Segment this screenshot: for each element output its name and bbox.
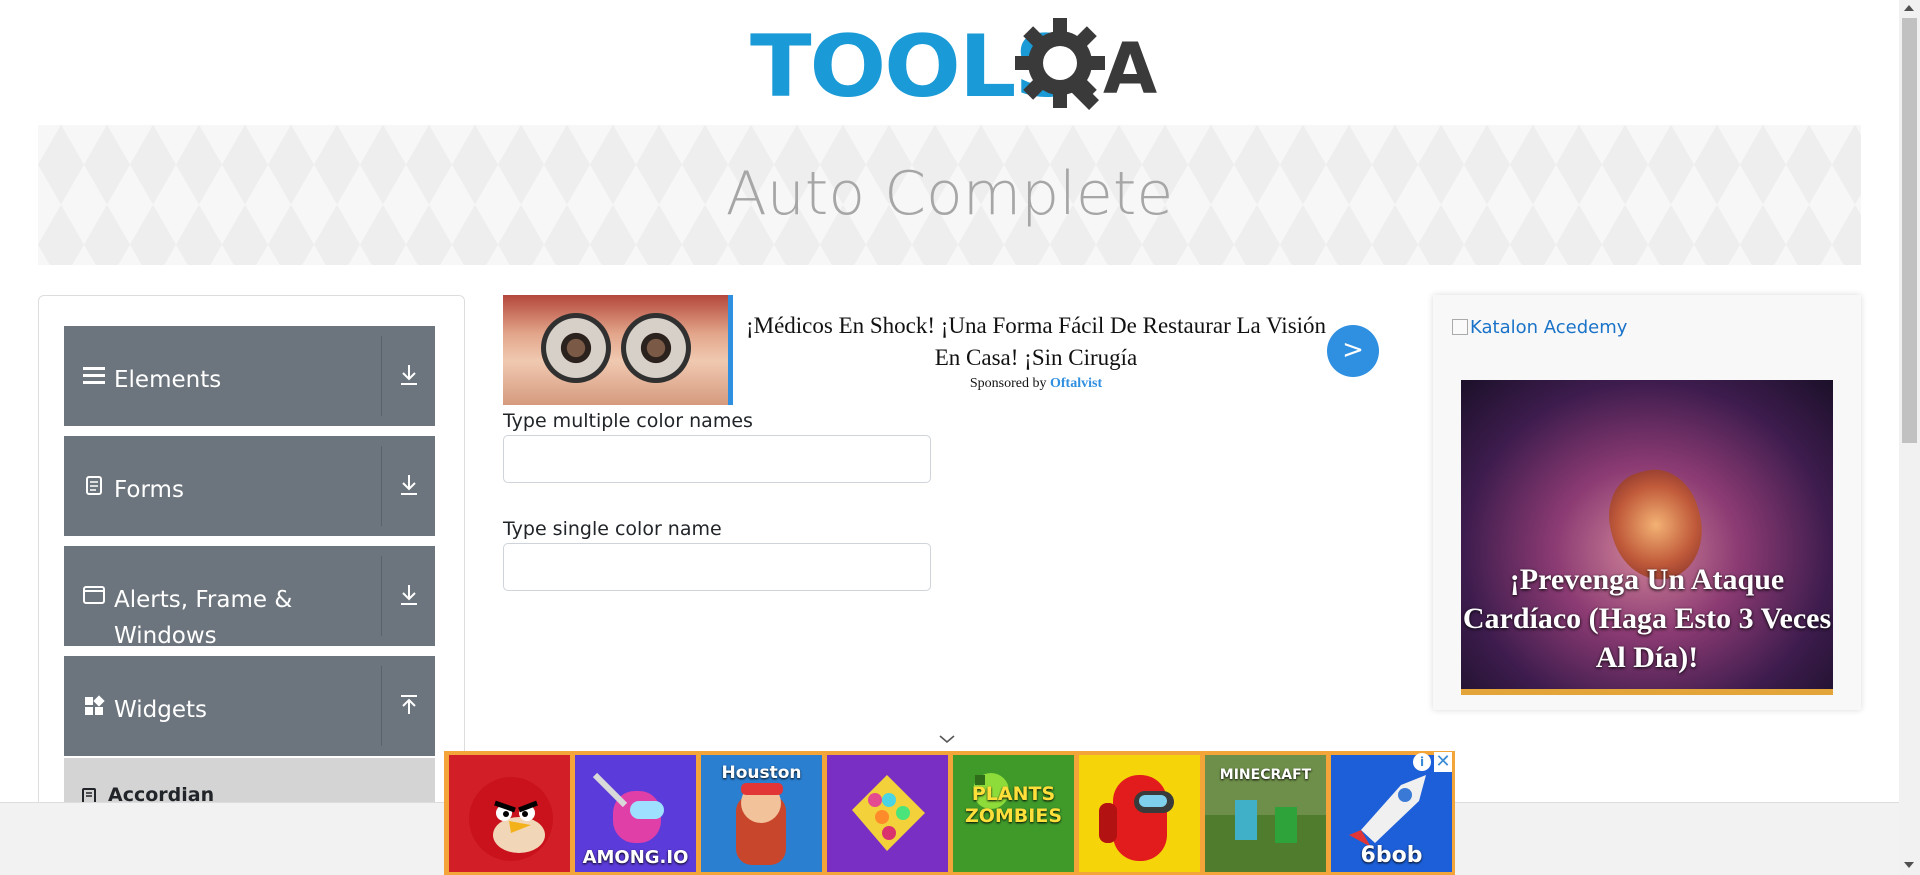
ad-info-icon[interactable]: i <box>1413 753 1431 771</box>
download-icon[interactable] <box>394 470 424 500</box>
ad-headline[interactable]: ¡Médicos En Shock! ¡Una Forma Fácil De R… <box>741 310 1331 374</box>
ad-sponsor-name[interactable]: Oftalvist <box>1050 376 1102 391</box>
sidebar-group-forms[interactable]: Forms <box>64 436 435 536</box>
sponsored-ad[interactable]: ¡Médicos En Shock! ¡Una Forma Fácil De R… <box>503 295 1379 405</box>
sidebar-group-label: Alerts, Frame & Windows <box>114 587 293 649</box>
katalon-alt-text: Katalon Acedemy <box>1470 317 1628 338</box>
toolsqa-logo[interactable]: TOOLS A <box>750 18 1157 113</box>
game-tile[interactable]: PLANTS ZOMBIES <box>953 755 1074 872</box>
game-tile[interactable] <box>449 755 570 872</box>
download-icon[interactable] <box>394 580 424 610</box>
sidebar-group-widgets[interactable]: Widgets <box>64 656 435 756</box>
scroll-down-arrow-icon[interactable] <box>1904 862 1914 868</box>
ad-sponsor-line: Sponsored by Oftalvist <box>741 376 1331 392</box>
game-tile-label: MINECRAFT <box>1219 767 1312 783</box>
eyeglass-lens <box>621 313 691 383</box>
game-tile[interactable]: Houston <box>701 755 822 872</box>
divider <box>381 666 382 746</box>
multiple-color-input[interactable] <box>503 435 931 483</box>
game-tile[interactable]: 6bob <box>1331 755 1452 872</box>
divider <box>381 336 382 416</box>
eyeglass-lens <box>541 313 611 383</box>
single-color-label: Type single color name <box>503 518 722 540</box>
game-ad-banner[interactable]: AMONG.IO Houston PLANTS ZOMBIES MINECRAF… <box>444 751 1455 875</box>
game-tile-label: PLANTS ZOMBIES <box>964 783 1063 827</box>
sidebar-group-alerts-frame-windows[interactable]: Alerts, Frame & Windows <box>64 546 435 649</box>
upload-icon[interactable] <box>394 690 424 720</box>
widgets-icon <box>85 695 105 715</box>
ad-image[interactable] <box>503 295 733 405</box>
hamburger-icon <box>83 367 105 384</box>
page-scrollbar[interactable] <box>1899 0 1920 875</box>
chevron-down-icon[interactable] <box>938 733 956 745</box>
pop-it-icon <box>852 775 925 851</box>
logo-suffix: A <box>1103 28 1157 110</box>
game-tile[interactable] <box>827 755 948 872</box>
angry-bird-icon <box>469 777 553 861</box>
single-color-input[interactable] <box>503 543 931 591</box>
game-tile-label: AMONG.IO <box>582 847 689 868</box>
form-doc-icon <box>86 476 102 495</box>
close-icon[interactable]: ✕ <box>1434 752 1452 772</box>
download-icon[interactable] <box>394 360 424 390</box>
gear-icon: A <box>1015 18 1157 110</box>
divider <box>381 556 382 636</box>
game-tile[interactable]: AMONG.IO <box>575 755 696 872</box>
multiple-color-label: Type multiple color names <box>503 410 753 432</box>
right-ad-panel: Katalon Acedemy ¡Prevenga Un Ataque Card… <box>1433 295 1861 710</box>
page-viewport: TOOLS A Auto Complete Elements Forms Ale… <box>0 0 1899 875</box>
game-tile-label: Houston <box>721 763 802 783</box>
game-tile[interactable] <box>1079 755 1200 872</box>
ad-sponsor-prefix: Sponsored by <box>969 376 1047 391</box>
broken-image-icon <box>1452 319 1468 335</box>
scroll-up-arrow-icon[interactable] <box>1904 5 1914 11</box>
window-icon <box>83 586 105 604</box>
game-tile-label: 6bob <box>1360 843 1423 868</box>
katalon-academy-link[interactable]: Katalon Acedemy <box>1452 317 1627 338</box>
sidebar-group-elements[interactable]: Elements <box>64 326 435 426</box>
heart-ad-headline: ¡Prevenga Un Ataque Cardíaco (Haga Esto … <box>1462 563 1832 674</box>
sidebar-group-label: Elements <box>114 367 222 393</box>
among-us-icon <box>1099 775 1174 861</box>
sidebar-group-label: Widgets <box>114 697 207 723</box>
page-banner: Auto Complete <box>38 125 1861 265</box>
scrollbar-thumb[interactable] <box>1902 18 1917 443</box>
sidebar-group-label: Forms <box>114 477 184 503</box>
game-tile[interactable]: MINECRAFT <box>1205 755 1326 872</box>
divider <box>381 446 382 526</box>
heart-ad-image[interactable]: ¡Prevenga Un Ataque Cardíaco (Haga Esto … <box>1461 380 1833 695</box>
ad-go-button[interactable]: > <box>1327 325 1379 377</box>
page-title: Auto Complete <box>725 159 1174 229</box>
